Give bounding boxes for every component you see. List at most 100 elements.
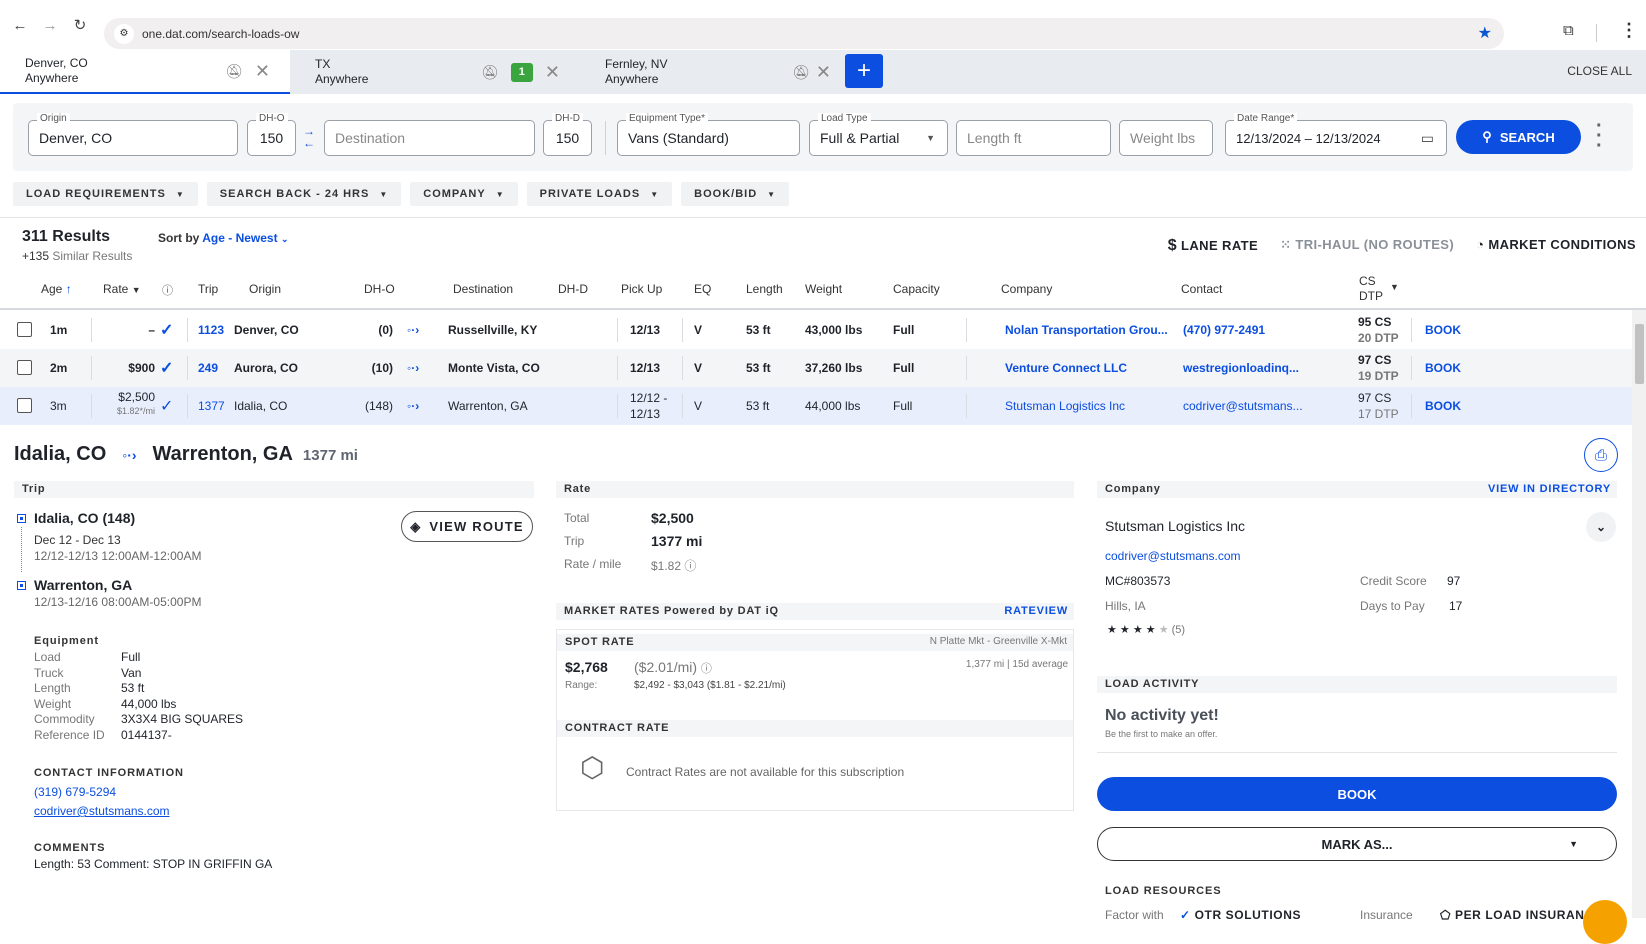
table-scrollbar[interactable] bbox=[1632, 310, 1646, 426]
bell-off-icon[interactable]: 🔕︎ bbox=[225, 63, 243, 79]
company-email-link[interactable]: codriver@stutsmans.com bbox=[1105, 549, 1241, 563]
load-resources-header: LOAD RESOURCES bbox=[1105, 885, 1222, 897]
col-length[interactable]: Length bbox=[746, 282, 783, 296]
book-link[interactable]: BOOK bbox=[1425, 323, 1461, 337]
back-icon[interactable]: ← bbox=[10, 17, 30, 34]
col-age[interactable]: Age ↑ bbox=[41, 282, 72, 296]
form-divider bbox=[605, 121, 606, 155]
company-link[interactable]: Venture Connect LLC bbox=[1005, 361, 1127, 375]
col-weight[interactable]: Weight bbox=[805, 282, 842, 296]
print-button[interactable]: ⎙ bbox=[1584, 438, 1618, 472]
lane-rate-button[interactable]: $ LANE RATE bbox=[1168, 237, 1258, 255]
col-rate[interactable]: Rate ▼ bbox=[103, 282, 141, 296]
filter-private-loads[interactable]: PRIVATE LOADS ▼ bbox=[526, 182, 673, 206]
factor-link[interactable]: ✓ OTR SOLUTIONS bbox=[1180, 908, 1301, 922]
table-row[interactable]: 2m $900 ✓ 249 Aurora, CO (10) ◦·› Monte … bbox=[0, 349, 1632, 387]
search-tab-fernley[interactable]: Fernley, NV Anywhere 🔕︎ ✕ bbox=[580, 50, 845, 94]
filter-book-bid[interactable]: BOOK/BID ▼ bbox=[681, 182, 790, 206]
url-text[interactable]: one.dat.com/search-loads-ow bbox=[142, 27, 299, 41]
load-type-select[interactable]: Load Type Full & Partial ▼ bbox=[809, 113, 948, 156]
contact-link[interactable]: codriver@stutsmans... bbox=[1183, 399, 1303, 413]
similar-results[interactable]: +135 Similar Results bbox=[22, 249, 132, 263]
company-link[interactable]: Nolan Transportation Grou... bbox=[1005, 323, 1168, 337]
contact-email-link[interactable]: codriver@stutsmans.com bbox=[34, 804, 170, 818]
dh-o-field[interactable]: DH-O 150 bbox=[247, 113, 296, 156]
search-tab-tx[interactable]: TX Anywhere 🔕︎ 1 ✕ bbox=[290, 50, 580, 94]
extensions-icon[interactable]: ⧉ bbox=[1563, 22, 1574, 39]
weight-field[interactable]: Weight lbs bbox=[1119, 120, 1213, 156]
col-cs-dtp[interactable]: CS DTP bbox=[1359, 274, 1383, 304]
book-link[interactable]: BOOK bbox=[1425, 361, 1461, 375]
col-destination[interactable]: Destination bbox=[453, 282, 513, 296]
search-tab-denver[interactable]: Denver, CO Anywhere 🔕︎ ✕ bbox=[0, 50, 290, 94]
trip-cell[interactable]: 249 bbox=[198, 361, 218, 375]
bookmark-star-icon[interactable]: ★ bbox=[1478, 23, 1492, 43]
row-checkbox[interactable] bbox=[17, 398, 32, 413]
contact-phone-link[interactable]: (319) 679-5294 bbox=[34, 785, 116, 799]
filter-search-back[interactable]: SEARCH BACK - 24 HRS ▼ bbox=[206, 182, 402, 206]
rateview-link[interactable]: RATEVIEW bbox=[1004, 605, 1068, 617]
help-chat-button[interactable] bbox=[1583, 900, 1627, 944]
close-icon[interactable]: ✕ bbox=[255, 62, 270, 80]
col-contact[interactable]: Contact bbox=[1181, 282, 1222, 296]
caret-down-icon[interactable]: ▼ bbox=[1390, 282, 1399, 292]
add-search-tab-button[interactable]: + bbox=[845, 54, 883, 88]
address-bar[interactable]: ⚙ one.dat.com/search-loads-ow ★ bbox=[104, 18, 1504, 49]
bell-off-icon[interactable]: 🔕︎ bbox=[481, 64, 499, 80]
length-field[interactable]: Length ft bbox=[956, 120, 1111, 156]
book-link[interactable]: BOOK bbox=[1425, 399, 1461, 413]
close-all-button[interactable]: CLOSE ALL bbox=[1567, 64, 1632, 78]
col-company[interactable]: Company bbox=[1001, 282, 1052, 296]
company-link[interactable]: Stutsman Logistics Inc bbox=[1005, 399, 1125, 413]
bell-off-icon[interactable]: 🔕︎ bbox=[792, 64, 810, 80]
col-dh-d[interactable]: DH-D bbox=[558, 282, 588, 296]
close-icon[interactable]: ✕ bbox=[816, 63, 831, 81]
market-conditions-button[interactable]: ◔ MARKET CONDITIONS bbox=[1476, 237, 1636, 255]
trip-cell[interactable]: 1123 bbox=[198, 323, 224, 337]
equipment-type-field[interactable]: Equipment Type* Vans (Standard) bbox=[617, 113, 800, 156]
table-row-selected[interactable]: 3m $2,500 $1.82*/mi ✓ 1377 Idalia, CO (14… bbox=[0, 387, 1632, 425]
info-icon[interactable]: ⓘ bbox=[701, 663, 712, 675]
col-label: CS bbox=[1359, 274, 1376, 288]
sort-by[interactable]: Sort by Age - Newest ⌄ bbox=[158, 231, 288, 245]
info-icon[interactable]: ⓘ bbox=[684, 559, 696, 573]
site-settings-icon[interactable]: ⚙ bbox=[114, 23, 134, 44]
browser-menu-icon[interactable]: ⋮ bbox=[1620, 20, 1638, 41]
scrollbar-thumb[interactable] bbox=[1635, 324, 1644, 384]
col-dh-o[interactable]: DH-O bbox=[364, 282, 395, 296]
forward-icon[interactable]: → bbox=[40, 17, 60, 34]
expand-company-button[interactable]: ⌄ bbox=[1586, 512, 1616, 542]
dh-d-field[interactable]: DH-D 150 bbox=[543, 113, 592, 156]
origin-field[interactable]: Origin Denver, CO bbox=[28, 113, 238, 156]
col-eq[interactable]: EQ bbox=[694, 282, 711, 296]
reload-icon[interactable]: ↻ bbox=[70, 16, 90, 34]
mark-as-dropdown[interactable]: MARK AS... ▼ bbox=[1097, 827, 1617, 861]
contact-link[interactable]: westregionloadinq... bbox=[1183, 361, 1299, 375]
filter-load-requirements[interactable]: LOAD REQUIREMENTS ▼ bbox=[13, 182, 198, 206]
info-icon[interactable]: ⓘ bbox=[162, 282, 173, 298]
insurance-link[interactable]: ⬠ PER LOAD INSURAN... bbox=[1440, 908, 1596, 922]
trip-cell[interactable]: 1377 bbox=[198, 399, 225, 413]
col-capacity[interactable]: Capacity bbox=[893, 282, 940, 296]
company-rating[interactable]: ★ ★ ★ ★ ★ (5) bbox=[1107, 623, 1185, 636]
swap-origin-destination-icon[interactable]: → ← bbox=[303, 125, 315, 149]
destination-field[interactable]: Destination bbox=[324, 120, 535, 156]
col-pick-up[interactable]: Pick Up bbox=[621, 282, 662, 296]
col-trip[interactable]: Trip bbox=[198, 282, 218, 296]
close-icon[interactable]: ✕ bbox=[545, 63, 560, 81]
filter-company[interactable]: COMPANY ▼ bbox=[410, 182, 518, 206]
date-range-field[interactable]: Date Range* 12/13/2024 – 12/13/2024 ▭ bbox=[1225, 113, 1447, 156]
contact-link[interactable]: (470) 977-2491 bbox=[1183, 323, 1265, 337]
row-checkbox[interactable] bbox=[17, 322, 32, 337]
table-row[interactable]: 1m – ✓ 1123 Denver, CO (0) ◦·› Russellvi… bbox=[0, 311, 1632, 349]
view-in-directory-link[interactable]: VIEW IN DIRECTORY bbox=[1488, 483, 1611, 495]
calendar-icon[interactable]: ▭ bbox=[1421, 130, 1434, 147]
search-button[interactable]: ⚲ SEARCH bbox=[1456, 120, 1581, 154]
row-checkbox[interactable] bbox=[17, 360, 32, 375]
view-route-button[interactable]: ◈ VIEW ROUTE bbox=[401, 511, 533, 542]
tri-haul-button[interactable]: ⁙ TRI-HAUL (NO ROUTES) bbox=[1280, 237, 1454, 255]
book-button[interactable]: BOOK bbox=[1097, 777, 1617, 811]
col-origin[interactable]: Origin bbox=[249, 282, 281, 296]
detail-scrollbar[interactable] bbox=[1632, 426, 1646, 918]
more-options-icon[interactable]: · · · bbox=[1596, 116, 1603, 156]
